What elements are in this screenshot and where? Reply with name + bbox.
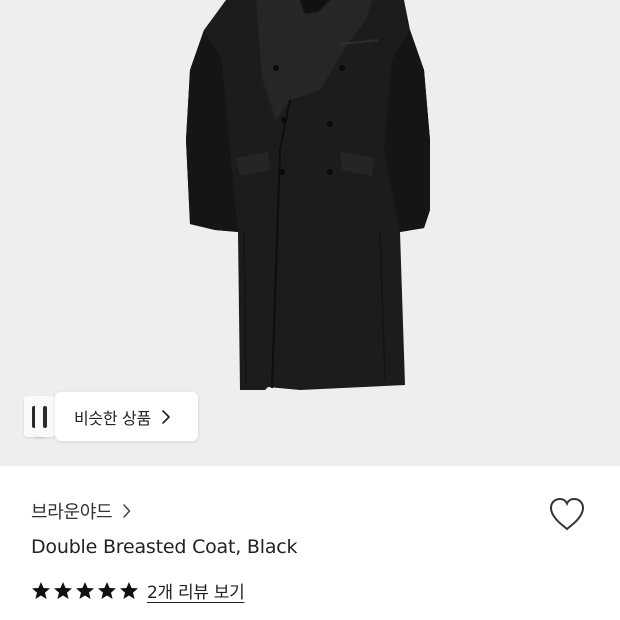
brand-name: 브라운야드 [31, 502, 113, 523]
product-title: Double Breasted Coat, Black [31, 536, 298, 558]
star-filled-icon [76, 581, 94, 599]
rating-row: 2개 리뷰 보기 [31, 578, 245, 603]
rating-stars [31, 581, 141, 601]
view-reviews-link[interactable]: 2개 리뷰 보기 [147, 578, 245, 603]
chevron-right-icon [123, 504, 131, 518]
brand-link[interactable]: 브라운야드 [31, 498, 131, 524]
similar-products-button[interactable]: 비슷한 상품 [55, 392, 198, 441]
similar-products-label: 비슷한 상품 [74, 408, 151, 428]
star-filled-icon [54, 581, 72, 599]
chevron-right-icon [162, 409, 170, 424]
star-filled-icon [98, 581, 116, 599]
heart-outline-icon[interactable] [548, 496, 586, 532]
similar-products-chip[interactable]: 비슷한 상품 [24, 392, 198, 441]
star-filled-icon [32, 581, 50, 599]
star-filled-icon [120, 581, 138, 599]
similar-thumbnail [35, 396, 55, 437]
product-image-area[interactable]: 비슷한 상품 [0, 0, 620, 466]
